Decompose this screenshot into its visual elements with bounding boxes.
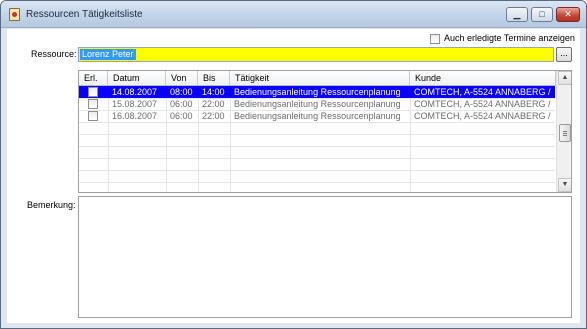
column-header-date[interactable]: Datum: [108, 71, 166, 86]
close-button[interactable]: ✕: [556, 7, 580, 22]
dialog-body: Auch erledigte Termine anzeigen Ressourc…: [7, 29, 580, 323]
row-to: 22:00: [202, 99, 225, 109]
grip-line: [563, 133, 567, 134]
row-to: 14:00: [202, 87, 225, 97]
title-bar[interactable]: Ressourcen Tätigkeitsliste ▁ □ ✕: [1, 1, 586, 28]
grid-divider: [79, 134, 555, 135]
grid-divider: [79, 182, 555, 183]
column-header-activity[interactable]: Tätigkeit: [230, 71, 410, 86]
scroll-thumb[interactable]: [559, 124, 571, 142]
row-done-checkbox[interactable]: [88, 87, 98, 97]
column-header-to[interactable]: Bis: [198, 71, 230, 86]
maximize-button[interactable]: □: [531, 7, 553, 22]
row-date: 16.08.2007: [112, 111, 158, 121]
activity-table: Erl. Datum Von Bis Tätigkeit Kunde 14.08…: [78, 70, 572, 193]
resource-value: Lorenz Peter: [80, 49, 136, 60]
show-done-checkbox[interactable]: [430, 33, 440, 44]
grip-line: [563, 135, 567, 136]
row-customer: COMTECH, A-5524 ANNABERG /: [414, 111, 551, 121]
row-activity: Bedienungsanleitung Ressourcenplanung: [234, 99, 401, 109]
grip-line: [563, 131, 567, 132]
row-date: 14.08.2007: [112, 87, 158, 97]
vertical-scrollbar[interactable]: ▲ ▼: [556, 71, 571, 192]
table-row[interactable]: 15.08.2007 06:00 22:00 Bedienungsanleitu…: [79, 98, 555, 110]
row-customer: COMTECH, A-5524 ANNABERG /: [414, 99, 551, 109]
grid-divider: [79, 122, 555, 123]
remark-textarea[interactable]: [78, 196, 572, 318]
minimize-button[interactable]: ▁: [506, 7, 528, 22]
row-to: 22:00: [202, 111, 225, 121]
column-header-from[interactable]: Von: [166, 71, 198, 86]
table-row[interactable]: 14.08.2007 08:00 14:00 Bedienungsanleitu…: [79, 86, 555, 98]
show-done-label: Auch erledigte Termine anzeigen: [444, 33, 575, 43]
window-title: Ressourcen Tätigkeitsliste: [26, 9, 143, 20]
row-activity: Bedienungsanleitung Ressourcenplanung: [234, 87, 401, 97]
column-header-done[interactable]: Erl.: [79, 71, 108, 86]
grid-divider: [79, 158, 555, 159]
scroll-down-button[interactable]: ▼: [558, 178, 571, 192]
app-window: Ressourcen Tätigkeitsliste ▁ □ ✕ Auch er…: [0, 0, 587, 329]
column-header-customer[interactable]: Kunde: [410, 71, 556, 86]
remark-label: Bemerkung:: [27, 200, 76, 210]
row-date: 15.08.2007: [112, 99, 158, 109]
resource-label: Ressource:: [31, 49, 77, 59]
row-customer: COMTECH, A-5524 ANNABERG /: [414, 87, 551, 97]
show-done-option[interactable]: Auch erledigte Termine anzeigen: [430, 33, 575, 45]
app-icon: [9, 8, 20, 21]
scroll-up-button[interactable]: ▲: [558, 71, 571, 85]
row-done-checkbox[interactable]: [88, 111, 98, 121]
resource-field[interactable]: Lorenz Peter: [78, 47, 554, 62]
row-activity: Bedienungsanleitung Ressourcenplanung: [234, 111, 401, 121]
row-from: 06:00: [170, 99, 193, 109]
row-from: 08:00: [170, 87, 193, 97]
row-from: 06:00: [170, 111, 193, 121]
row-done-checkbox[interactable]: [88, 99, 98, 109]
table-row[interactable]: 16.08.2007 06:00 22:00 Bedienungsanleitu…: [79, 110, 555, 122]
grid-divider: [79, 146, 555, 147]
grid-divider: [79, 170, 555, 171]
resource-browse-button[interactable]: ...: [556, 47, 572, 62]
